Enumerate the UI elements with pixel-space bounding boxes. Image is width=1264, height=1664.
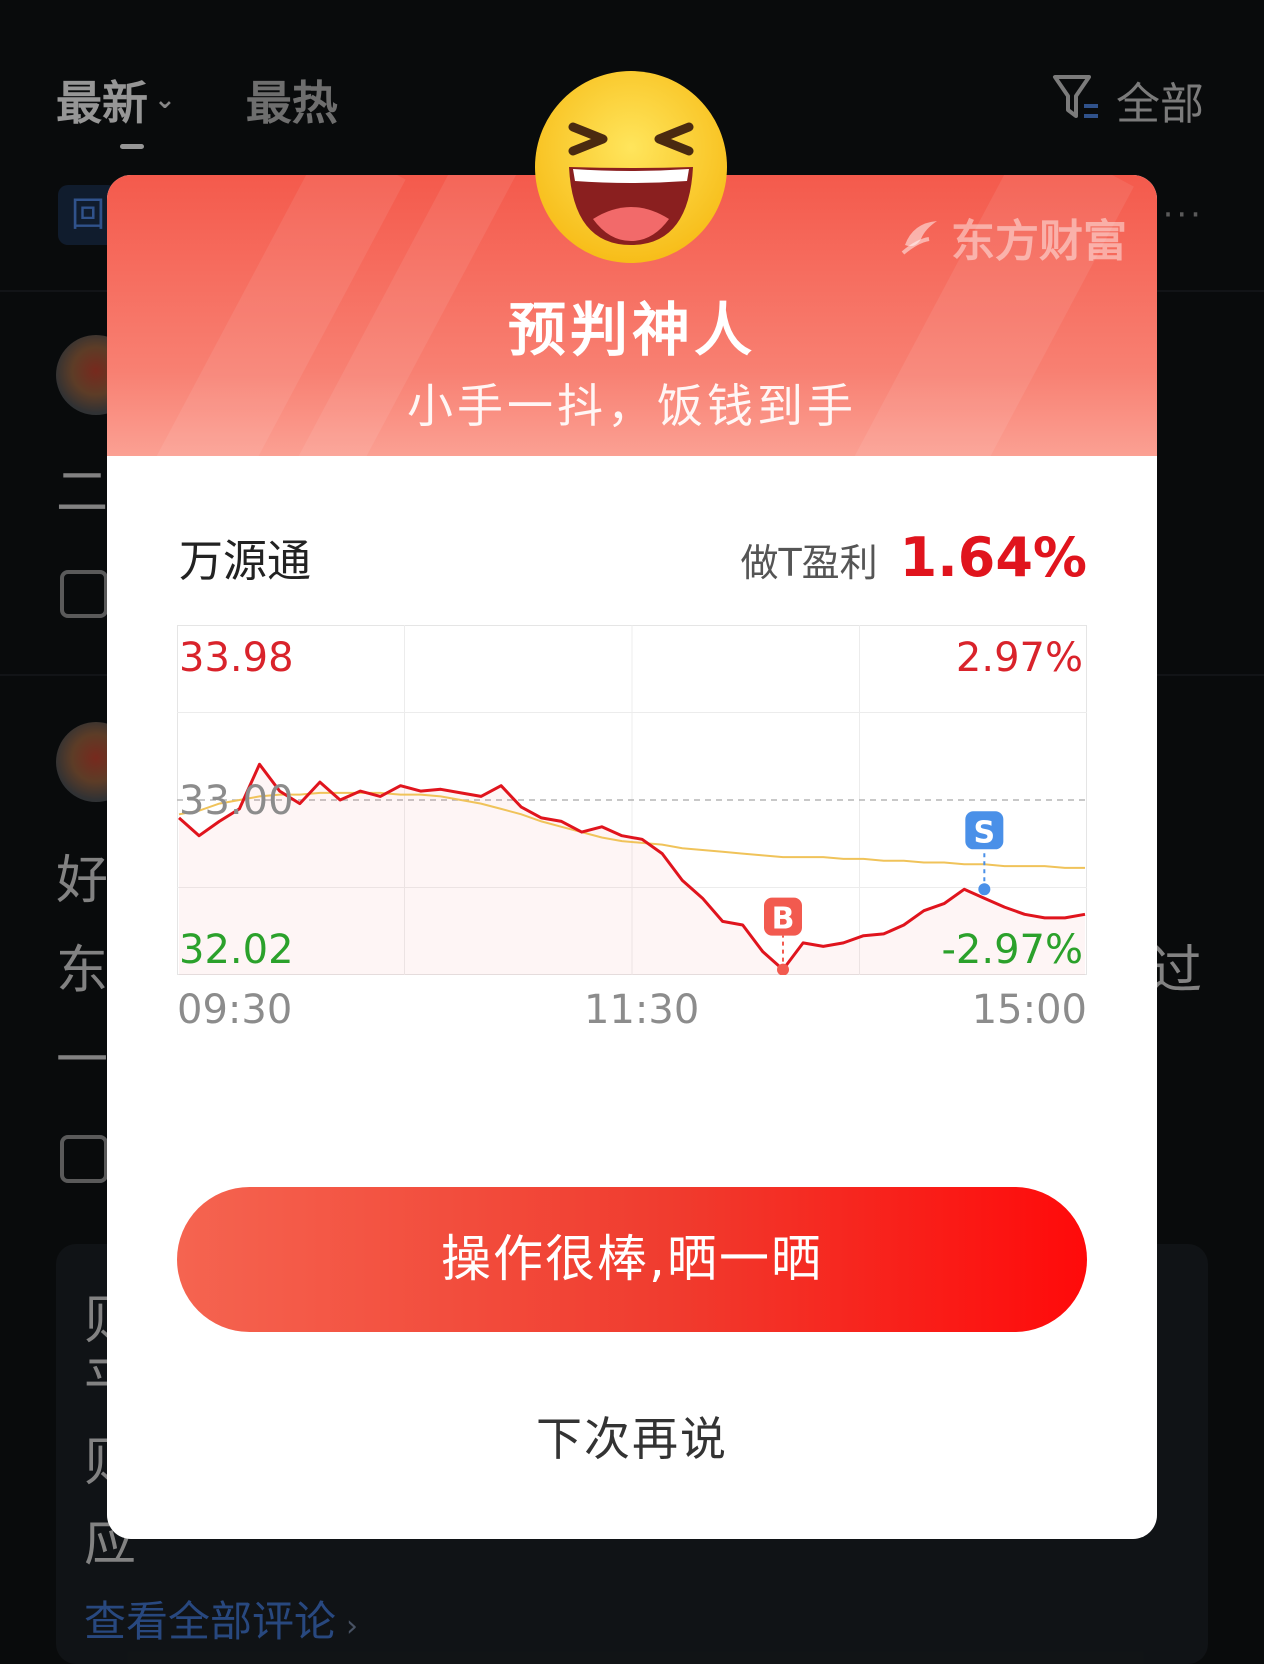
time-label-noon: 11:30 xyxy=(584,987,700,1033)
y-label-mid: 33.00 xyxy=(179,778,294,824)
share-button[interactable]: 操作很棒,晒一晒 xyxy=(177,1187,1087,1332)
y-label-low-pct: -2.97% xyxy=(941,927,1083,973)
brand-name: 东方财富 xyxy=(951,216,1127,267)
y-label-high: 33.98 xyxy=(179,635,294,681)
stock-name: 万源通 xyxy=(179,536,311,587)
laughing-face-icon xyxy=(535,71,727,263)
intraday-chart: B S 33.98 2.97% 33.00 32.02 -2.97% xyxy=(177,625,1087,975)
stock-summary: 万源通 做T盈利 1.64% xyxy=(179,526,1087,589)
marker-dot xyxy=(978,883,991,896)
modal-subtitle: 小手一抖，饭钱到手 xyxy=(407,379,857,433)
sell-marker-label: S xyxy=(974,815,996,850)
time-axis: 09:30 11:30 15:00 xyxy=(177,987,1087,1037)
profit-summary: 做T盈利 1.64% xyxy=(740,526,1087,589)
y-label-high-pct: 2.97% xyxy=(956,635,1083,681)
brand-leaf-icon xyxy=(901,221,937,255)
brand-logo: 东方财富 xyxy=(899,205,1127,269)
profit-label: 做T盈利 xyxy=(740,540,878,585)
time-label-close: 15:00 xyxy=(971,987,1087,1033)
time-label-open: 09:30 xyxy=(177,987,293,1033)
share-trade-modal: 东方财富 预判神人 小手一抖，饭钱到手 万源通 做T盈利 1.64% B S 33.… xyxy=(107,71,1157,1539)
y-label-low: 32.02 xyxy=(179,927,294,973)
later-button[interactable]: 下次再说 xyxy=(107,1403,1157,1469)
modal-title: 预判神人 xyxy=(507,296,756,364)
buy-marker-label: B xyxy=(772,902,795,937)
profit-value: 1.64% xyxy=(899,525,1087,589)
